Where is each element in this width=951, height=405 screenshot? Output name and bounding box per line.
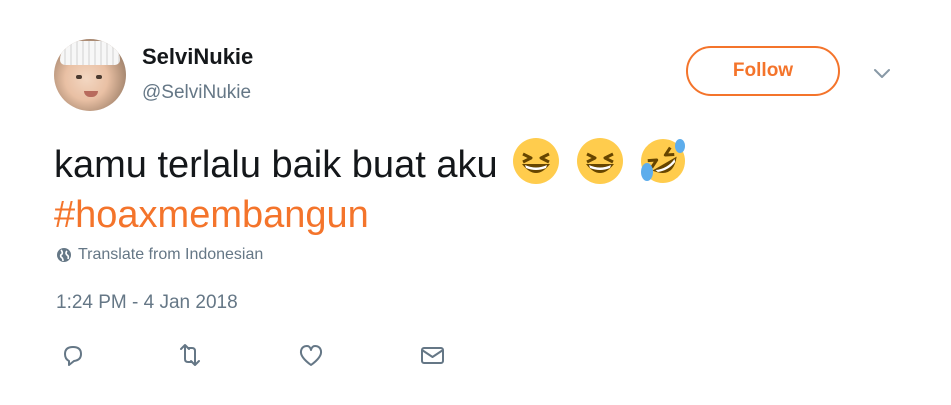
avatar[interactable] — [54, 39, 126, 111]
follow-button[interactable]: Follow — [686, 46, 840, 96]
user-handle[interactable]: @SelviNukie — [142, 82, 251, 104]
rolling-on-floor-laughing-icon — [641, 139, 686, 183]
display-name[interactable]: SelviNukie — [142, 44, 253, 70]
reply-icon[interactable] — [58, 340, 88, 370]
like-icon[interactable] — [296, 340, 326, 370]
message-icon[interactable] — [417, 340, 447, 370]
tweet-text: kamu terlalu baik buat aku #hoaxmembangu… — [54, 136, 688, 240]
hashtag-link[interactable]: #hoaxmembangun — [54, 190, 688, 240]
grinning-squinting-face-icon — [513, 138, 560, 184]
translate-link[interactable]: Translate from Indonesian — [56, 246, 263, 264]
globe-icon — [57, 248, 71, 262]
translate-label: Translate from Indonesian — [78, 246, 264, 263]
retweet-icon[interactable] — [175, 340, 205, 370]
tweet-actions — [56, 340, 476, 370]
chevron-down-icon[interactable] — [872, 64, 892, 84]
grinning-squinting-face-icon — [576, 138, 623, 184]
tweet-body: kamu terlalu baik buat aku — [54, 144, 498, 186]
tweet-timestamp[interactable]: 1:24 PM - 4 Jan 2018 — [56, 292, 238, 314]
